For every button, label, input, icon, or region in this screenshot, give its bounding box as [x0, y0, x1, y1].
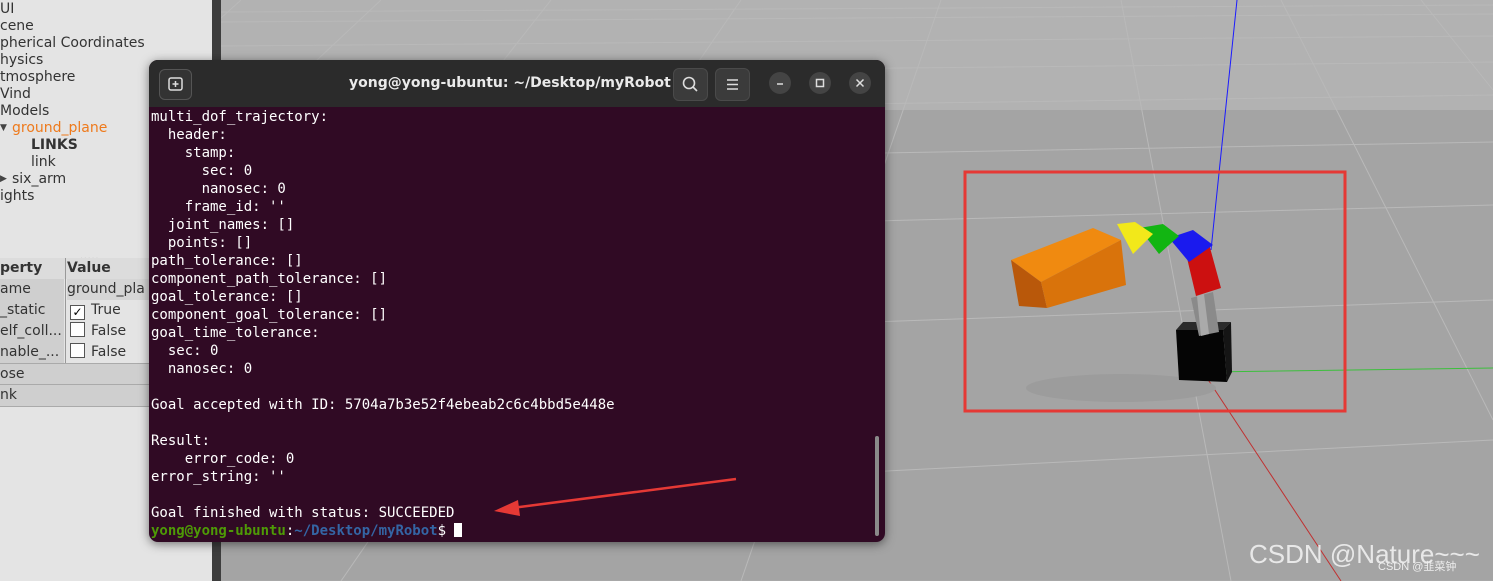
terminal-line: frame_id: ''	[151, 199, 286, 215]
tree-item-wind[interactable]: Vind	[0, 86, 31, 103]
terminal-line: goal_tolerance: []	[151, 289, 303, 305]
tree-item-ground-plane[interactable]: ground_plane	[12, 120, 107, 137]
terminal-line: joint_names: []	[151, 217, 295, 233]
minimize-button[interactable]	[769, 72, 791, 94]
terminal-line: stamp:	[151, 145, 236, 161]
search-button[interactable]	[673, 68, 708, 101]
tree-item-link[interactable]: link	[31, 154, 56, 171]
minimize-icon	[777, 83, 783, 85]
tree-item-six-arm[interactable]: six_arm	[12, 171, 66, 188]
terminal-line: path_tolerance: []	[151, 253, 303, 269]
enable-wind-checkbox[interactable]	[70, 343, 85, 358]
maximize-button[interactable]	[809, 72, 831, 94]
column-divider	[65, 258, 66, 363]
csdn-watermark-small: CSDN @韭菜钟	[1378, 561, 1457, 573]
new-tab-button[interactable]	[159, 69, 192, 100]
terminal-line: component_path_tolerance: []	[151, 271, 388, 287]
tree-item-atmosphere[interactable]: tmosphere	[0, 69, 75, 86]
terminal-title: yong@yong-ubuntu: ~/Desktop/myRobot	[349, 75, 671, 91]
menu-icon	[727, 79, 738, 90]
tree-item-lights[interactable]: ights	[0, 188, 34, 205]
tree-item-spherical-coordinates[interactable]: pherical Coordinates	[0, 35, 145, 52]
tree-item-gui[interactable]: UI	[0, 1, 14, 18]
terminal-line: nanosec: 0	[151, 181, 286, 197]
terminal-line: sec: 0	[151, 163, 253, 179]
tree-item-links[interactable]: LINKS	[31, 137, 78, 154]
menu-button[interactable]	[715, 68, 750, 101]
terminal-line: points: []	[151, 235, 253, 251]
prompt-path: ~/Desktop/myRobot	[294, 523, 438, 539]
maximize-icon	[815, 78, 825, 88]
prompt-user: yong@yong-ubuntu	[151, 523, 286, 539]
terminal-line: header:	[151, 127, 227, 143]
new-tab-icon	[168, 77, 183, 91]
text-cursor	[454, 523, 463, 537]
terminal-line: sec: 0	[151, 343, 219, 359]
search-icon	[682, 76, 698, 92]
self-collide-checkbox[interactable]	[70, 322, 85, 337]
collapsed-arrow-icon[interactable]: ▶	[0, 174, 7, 184]
terminal-line: nanosec: 0	[151, 361, 253, 377]
terminal-line: Goal accepted with ID: 5704a7b3e52f4ebea…	[151, 397, 615, 413]
terminal-titlebar[interactable]: yong@yong-ubuntu: ~/Desktop/myRobot	[149, 60, 885, 107]
terminal-scrollbar[interactable]	[875, 436, 879, 536]
terminal-line: multi_dof_trajectory:	[151, 109, 329, 125]
terminal-line: error_code: 0	[151, 451, 295, 467]
tree-item-physics[interactable]: hysics	[0, 52, 43, 69]
close-button[interactable]	[849, 72, 871, 94]
annotation-arrow	[494, 477, 737, 516]
terminal-line: Result:	[151, 433, 211, 449]
expanded-arrow-icon[interactable]: ▼	[0, 123, 7, 133]
tree-item-scene[interactable]: cene	[0, 18, 34, 35]
tree-item-models[interactable]: Models	[0, 103, 49, 120]
property-column-header: perty	[0, 260, 43, 276]
is-static-checkbox[interactable]: ✓	[70, 305, 85, 320]
close-icon	[855, 78, 865, 88]
prompt-symbol: $	[437, 523, 447, 539]
terminal-line: component_goal_tolerance: []	[151, 307, 388, 323]
terminal-line: goal_time_tolerance:	[151, 325, 320, 341]
